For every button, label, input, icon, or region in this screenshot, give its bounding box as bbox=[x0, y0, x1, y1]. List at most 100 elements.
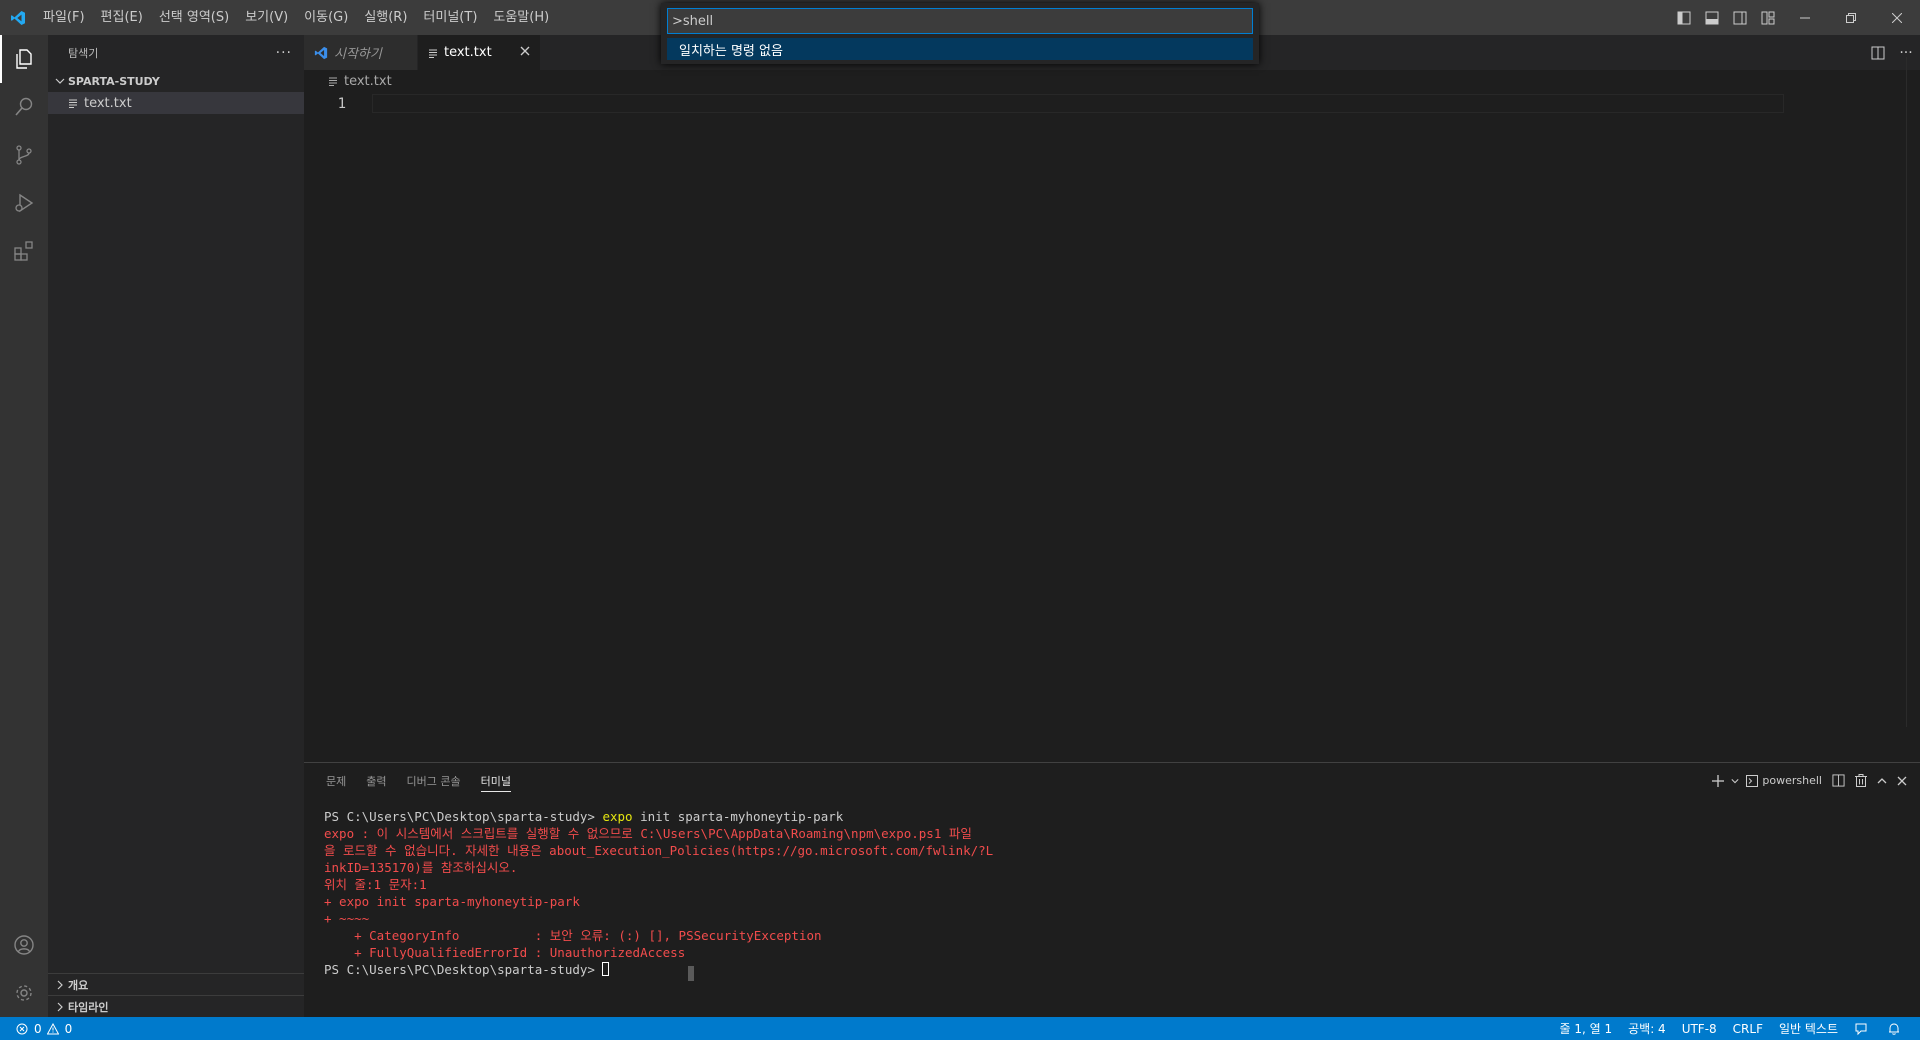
cursor-position[interactable]: 줄 1, 열 1 bbox=[1552, 1017, 1621, 1040]
activity-bar-bottom bbox=[0, 921, 48, 1017]
folder-name: SPARTA-STUDY bbox=[68, 74, 160, 88]
menu-selection[interactable]: 선택 영역(S) bbox=[151, 0, 237, 35]
text-file-icon bbox=[326, 76, 340, 86]
menu-edit[interactable]: 편집(E) bbox=[93, 0, 151, 35]
tab-output[interactable]: 출력 bbox=[356, 763, 396, 798]
minimize-icon[interactable] bbox=[1782, 0, 1828, 35]
tab-terminal[interactable]: 터미널 bbox=[471, 763, 521, 798]
explorer-sidebar: 탐색기 ··· SPARTA-STUDY text.txt 개요 타임라인 bbox=[48, 35, 304, 1017]
trash-icon[interactable] bbox=[1850, 763, 1872, 798]
settings-gear-icon[interactable] bbox=[0, 969, 48, 1017]
status-left: 0 0 bbox=[0, 1017, 80, 1040]
panel-actions: powershell bbox=[1707, 763, 1912, 798]
status-bar: 0 0 줄 1, 열 1 공백: 4 UTF-8 CRLF 일반 텍스트 bbox=[0, 1017, 1920, 1040]
sidebar-title: 탐색기 bbox=[68, 46, 99, 60]
feedback-icon[interactable] bbox=[1846, 1017, 1879, 1040]
explorer-icon[interactable] bbox=[0, 35, 48, 83]
close-panel-icon[interactable] bbox=[1892, 763, 1912, 798]
outline-label: 개요 bbox=[68, 978, 89, 992]
menu-view[interactable]: 보기(V) bbox=[237, 0, 296, 35]
timeline-section-header[interactable]: 타임라인 bbox=[48, 995, 304, 1017]
more-actions-icon[interactable]: ··· bbox=[276, 45, 292, 61]
accounts-icon[interactable] bbox=[0, 921, 48, 969]
tab-label: text.txt bbox=[444, 45, 492, 60]
extensions-icon[interactable] bbox=[0, 227, 48, 275]
toggle-secondary-sidebar-icon[interactable] bbox=[1726, 0, 1754, 35]
menu-run[interactable]: 실행(R) bbox=[356, 0, 415, 35]
timeline-label: 타임라인 bbox=[68, 1000, 109, 1014]
terminal-selector[interactable]: powershell bbox=[1741, 763, 1827, 798]
terminal-name: powershell bbox=[1762, 774, 1822, 787]
command-palette-input[interactable] bbox=[672, 13, 1252, 29]
maximize-panel-icon[interactable] bbox=[1872, 763, 1892, 798]
editor-scrollbar[interactable] bbox=[1906, 57, 1920, 727]
terminal-command-keyword: expo bbox=[602, 809, 633, 824]
command-palette: 일치하는 명령 없음 bbox=[661, 3, 1259, 64]
split-editor-icon[interactable] bbox=[1864, 35, 1892, 70]
error-count: 0 bbox=[34, 1021, 42, 1036]
end-of-line[interactable]: CRLF bbox=[1725, 1017, 1771, 1040]
new-terminal-icon[interactable] bbox=[1707, 763, 1729, 798]
run-debug-icon[interactable] bbox=[0, 179, 48, 227]
terminal-error-line: 을 로드할 수 없습니다. 자세한 내용은 about_Execution_Po… bbox=[324, 843, 994, 858]
error-icon bbox=[16, 1023, 31, 1035]
status-right: 줄 1, 열 1 공백: 4 UTF-8 CRLF 일반 텍스트 bbox=[1552, 1017, 1920, 1040]
search-icon[interactable] bbox=[0, 83, 48, 131]
terminal-error-line: + CategoryInfo : 보안 오류: (:) [], PSSecuri… bbox=[324, 928, 822, 943]
customize-layout-icon[interactable] bbox=[1754, 0, 1782, 35]
tab-welcome[interactable]: 시작하기 bbox=[304, 35, 418, 70]
code-editor[interactable]: 1 bbox=[304, 92, 1920, 762]
outline-section-header[interactable]: 개요 bbox=[48, 973, 304, 995]
terminal-command-args: init sparta-myhoneytip-park bbox=[632, 809, 844, 824]
toggle-sidebar-icon[interactable] bbox=[1670, 0, 1698, 35]
title-controls bbox=[1670, 0, 1920, 35]
terminal-prompt: PS C:\Users\PC\Desktop\sparta-study> bbox=[324, 962, 603, 977]
sidebar-bottom-sections: 개요 타임라인 bbox=[48, 973, 304, 1017]
folder-section-header[interactable]: SPARTA-STUDY bbox=[48, 70, 304, 92]
toggle-panel-icon[interactable] bbox=[1698, 0, 1726, 35]
terminal-line: PS C:\Users\PC\Desktop\sparta-study> exp… bbox=[324, 808, 1900, 825]
chevron-right-icon bbox=[52, 980, 68, 990]
breadcrumb-file: text.txt bbox=[344, 73, 392, 89]
file-item-text-txt[interactable]: text.txt bbox=[48, 92, 304, 114]
terminal-scroll-indicator bbox=[688, 966, 694, 981]
encoding[interactable]: UTF-8 bbox=[1674, 1017, 1725, 1040]
sidebar-header: 탐색기 ··· bbox=[48, 35, 304, 70]
terminal-error-line: + FullyQualifiedErrorId : UnauthorizedAc… bbox=[324, 945, 686, 960]
close-window-icon[interactable] bbox=[1874, 0, 1920, 35]
problems-status[interactable]: 0 0 bbox=[12, 1017, 80, 1040]
panel-tabs: 문제 출력 디버그 콘솔 터미널 powershell bbox=[304, 763, 1920, 798]
tab-text-txt[interactable]: text.txt bbox=[418, 35, 540, 70]
terminal-output[interactable]: PS C:\Users\PC\Desktop\sparta-study> exp… bbox=[304, 798, 1920, 988]
restore-icon[interactable] bbox=[1828, 0, 1874, 35]
language-mode[interactable]: 일반 텍스트 bbox=[1771, 1017, 1846, 1040]
terminal-line: PS C:\Users\PC\Desktop\sparta-study> bbox=[324, 961, 1900, 978]
tab-problems[interactable]: 문제 bbox=[316, 763, 356, 798]
tab-debug-console[interactable]: 디버그 콘솔 bbox=[397, 763, 471, 798]
terminal-error-line: expo : 이 시스템에서 스크립트를 실행할 수 없으므로 C:\Users… bbox=[324, 826, 972, 841]
terminal-error-line: 위치 줄:1 문자:1 bbox=[324, 877, 427, 892]
menu-file[interactable]: 파일(F) bbox=[35, 0, 93, 35]
terminal-error-line: + expo init sparta-myhoneytip-park bbox=[324, 894, 580, 909]
indentation[interactable]: 공백: 4 bbox=[1620, 1017, 1674, 1040]
warning-icon bbox=[46, 1022, 62, 1035]
text-file-icon bbox=[66, 98, 80, 108]
menu-help[interactable]: 도움말(H) bbox=[485, 0, 557, 35]
command-palette-result[interactable]: 일치하는 명령 없음 bbox=[667, 38, 1253, 60]
breadcrumb[interactable]: text.txt bbox=[304, 70, 1920, 92]
notifications-bell-icon[interactable] bbox=[1879, 1017, 1912, 1040]
close-tab-icon[interactable] bbox=[520, 45, 530, 60]
chevron-down-icon[interactable] bbox=[1729, 763, 1741, 798]
terminal-icon bbox=[1746, 774, 1759, 787]
menu-go[interactable]: 이동(G) bbox=[296, 0, 356, 35]
file-label: text.txt bbox=[84, 95, 132, 111]
editor-group: 시작하기 text.txt ··· text.txt 1 bbox=[304, 35, 1920, 762]
menu-bar: 파일(F) 편집(E) 선택 영역(S) 보기(V) 이동(G) 실행(R) 터… bbox=[35, 0, 557, 35]
terminal-cursor bbox=[602, 962, 610, 976]
split-terminal-icon[interactable] bbox=[1827, 763, 1850, 798]
source-control-icon[interactable] bbox=[0, 131, 48, 179]
terminal-error-line: inkID=135170)를 참조하십시오. bbox=[324, 860, 518, 875]
terminal-prompt: PS C:\Users\PC\Desktop\sparta-study> bbox=[324, 809, 603, 824]
activity-bar bbox=[0, 35, 48, 1017]
menu-terminal[interactable]: 터미널(T) bbox=[415, 0, 485, 35]
